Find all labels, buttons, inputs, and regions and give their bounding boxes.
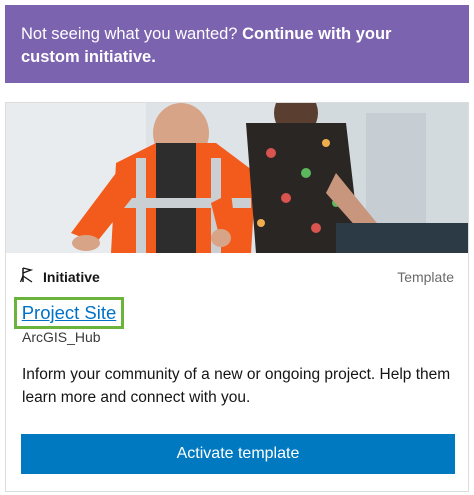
title-highlight: Project Site xyxy=(14,297,124,329)
template-meta-row: Initiative Template xyxy=(19,263,454,291)
project-site-link[interactable]: Project Site xyxy=(22,302,117,324)
custom-initiative-banner: Not seeing what you wanted? Continue wit… xyxy=(5,5,469,83)
type-group: Initiative xyxy=(19,266,100,288)
template-card: Initiative Template Project Site ArcGIS_… xyxy=(5,102,469,492)
initiative-icon xyxy=(19,266,34,288)
kind-label: Template xyxy=(397,269,454,285)
template-description: Inform your community of a new or ongoin… xyxy=(22,366,451,406)
template-thumbnail xyxy=(6,103,468,253)
activate-template-button[interactable]: Activate template xyxy=(21,434,455,474)
type-label: Initiative xyxy=(43,269,100,285)
owner-name: ArcGIS_Hub xyxy=(22,329,101,345)
banner-text: Not seeing what you wanted? xyxy=(21,25,238,43)
